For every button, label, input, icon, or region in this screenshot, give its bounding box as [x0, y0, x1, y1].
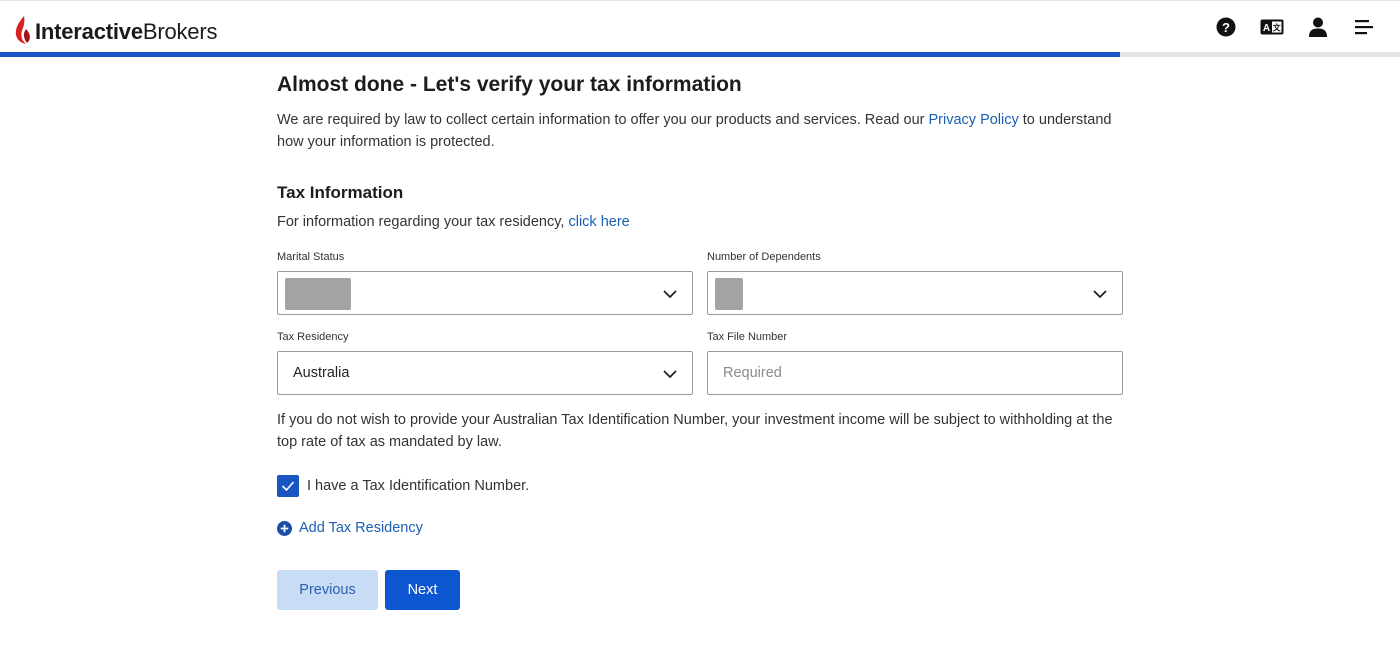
plus-circle-icon: [277, 520, 292, 536]
tax-residency-info: For information regarding your tax resid…: [277, 214, 630, 230]
header-icon-bar: ? A文: [1214, 15, 1376, 39]
chevron-down-icon: [663, 290, 677, 299]
language-icon[interactable]: A文: [1260, 15, 1284, 39]
next-button[interactable]: Next: [385, 570, 460, 610]
progress-bar-fill: [0, 52, 1120, 57]
intro-text: We are required by law to collect certai…: [277, 109, 1123, 153]
logo-text-regular: Brokers: [142, 19, 218, 44]
add-tax-residency-label: Add Tax Residency: [299, 520, 423, 536]
redacted-value: [285, 278, 351, 310]
previous-button[interactable]: Previous: [277, 570, 378, 610]
tax-file-number-input[interactable]: [708, 352, 1122, 394]
logo-wordmark: InteractiveBrokers: [35, 19, 217, 45]
tax-residency-info-text: For information regarding your tax resid…: [277, 214, 569, 230]
tax-residency-click-here-link[interactable]: click here: [568, 214, 629, 230]
has-tin-checkbox-row: I have a Tax Identification Number.: [277, 475, 529, 497]
tax-file-number-label: Tax File Number: [707, 331, 788, 343]
marital-status-label: Marital Status: [277, 251, 345, 263]
menu-icon[interactable]: [1352, 15, 1376, 39]
svg-text:A: A: [1263, 23, 1270, 34]
withholding-warning: If you do not wish to provide your Austr…: [277, 412, 1113, 450]
has-tin-checkbox-label: I have a Tax Identification Number.: [307, 478, 530, 494]
privacy-policy-link[interactable]: Privacy Policy: [929, 112, 1019, 128]
tax-residency-value: Australia: [293, 365, 350, 381]
user-icon[interactable]: [1306, 15, 1330, 39]
top-header: InteractiveBrokers ? A文: [0, 0, 1400, 52]
help-icon[interactable]: ?: [1214, 15, 1238, 39]
tax-residency-label: Tax Residency: [277, 331, 349, 343]
svg-text:文: 文: [1273, 23, 1282, 33]
chevron-down-icon: [1093, 290, 1107, 299]
marital-status-select[interactable]: [277, 271, 693, 315]
checkmark-icon: [281, 481, 295, 492]
dependents-label: Number of Dependents: [707, 251, 821, 263]
add-tax-residency-link[interactable]: Add Tax Residency: [277, 520, 423, 536]
interactive-brokers-logo[interactable]: InteractiveBrokers: [14, 13, 217, 45]
dependents-select[interactable]: [707, 271, 1123, 315]
progress-bar: [0, 52, 1400, 57]
tax-residency-select[interactable]: Australia: [277, 351, 693, 395]
page-title: Almost done - Let's verify your tax info…: [277, 73, 742, 96]
logo-text-bold: Interactive: [35, 19, 143, 44]
tax-file-number-field: [707, 351, 1123, 395]
has-tin-checkbox[interactable]: [277, 475, 299, 497]
redacted-value: [715, 278, 743, 310]
intro-text-start: We are required by law to collect certai…: [277, 112, 929, 128]
section-title-tax-information: Tax Information: [277, 183, 404, 202]
svg-text:?: ?: [1222, 20, 1230, 35]
logo-flame-icon: [15, 16, 30, 44]
chevron-down-icon: [663, 370, 677, 379]
